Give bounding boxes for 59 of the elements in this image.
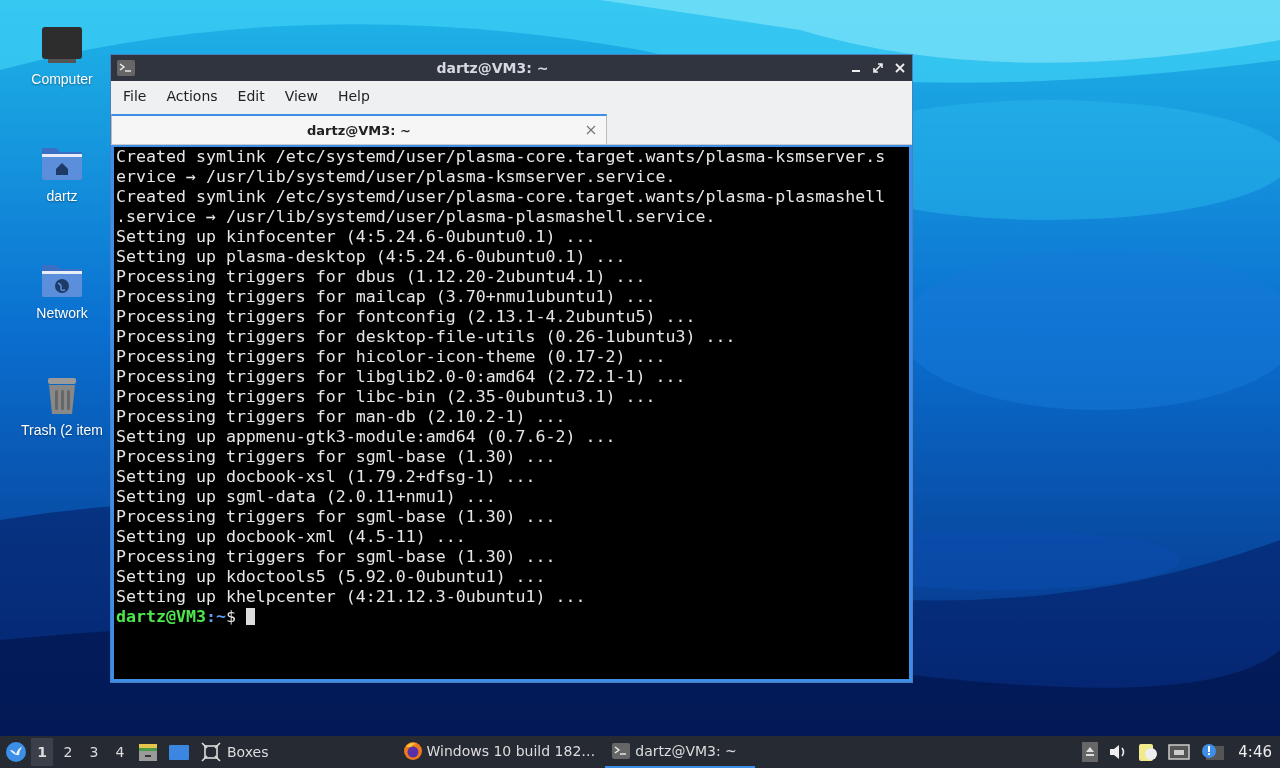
output-line: Created symlink /etc/systemd/user/plasma-core.target.wants/plasma-plasmashell xyxy=(116,187,887,207)
workspace-button[interactable]: 1 xyxy=(31,738,53,766)
launcher-button[interactable]: Boxes xyxy=(197,742,273,762)
box-frame-icon xyxy=(201,742,221,762)
output-line: Setting up kinfocenter (4:5.24.6-0ubuntu0.1) ... xyxy=(116,227,597,247)
file-cabinet-icon[interactable] xyxy=(138,742,158,762)
prompt-user: dartz@VM3 xyxy=(116,607,206,626)
output-line: Processing triggers for man-db (2.10.2-1) ... xyxy=(116,407,567,427)
tab-label: dartz@VM3: ~ xyxy=(307,122,411,138)
output-line: Setting up docbook-xml (4.5-11) ... xyxy=(116,527,467,547)
output-line: Processing triggers for hicolor-icon-theme (0.17-2) ... xyxy=(116,347,667,367)
output-line: Processing triggers for sgml-base (1.30) ... xyxy=(116,507,557,527)
terminal-icon xyxy=(117,60,135,76)
workspace-button[interactable]: 4 xyxy=(109,738,131,766)
output-line: Processing triggers for sgml-base (1.30) ... xyxy=(116,447,557,467)
output-line: ervice → /usr/lib/systemd/user/plasma-ksmserver.service. xyxy=(116,167,677,187)
output-line: Setting up sgml-data (2.0.11+nmu1) ... xyxy=(116,487,497,507)
output-line: Processing triggers for libglib2.0-0:amd64 (2.72.1-1) ... xyxy=(116,367,687,387)
output-line: Processing triggers for desktop-file-utils (0.26-1ubuntu3) ... xyxy=(116,327,737,347)
output-line: Processing triggers for libc-bin (2.35-0ubuntu3.1) ... xyxy=(116,387,657,407)
icon-label[interactable]: Trash (2 item xyxy=(21,422,103,438)
output-line: Setting up appmenu-gtk3-module:amd64 (0.7.6-2) ... xyxy=(116,427,617,447)
output-line: .service → /usr/lib/systemd/user/plasma-plasmashell.service. xyxy=(116,207,717,227)
menu-item[interactable]: Actions xyxy=(156,88,228,104)
tab[interactable]: dartz@VM3: ~ xyxy=(111,114,607,144)
terminal-icon xyxy=(611,741,632,761)
output-line: Processing triggers for dbus (1.12.20-2ubuntu4.1) ... xyxy=(116,267,647,287)
clock[interactable]: 4:46 xyxy=(1238,743,1272,761)
output-line: Setting up khelpcenter (4:21.12.3-0ubuntu1) ... xyxy=(116,587,587,607)
output-line: Setting up kdoctools5 (5.92.0-0ubuntu1) ... xyxy=(116,567,547,587)
output-line: Created symlink /etc/systemd/user/plasma-core.target.wants/plasma-ksmserver.s xyxy=(116,147,887,167)
monitor-icon[interactable] xyxy=(40,25,84,65)
maximize-icon[interactable] xyxy=(872,62,884,74)
icon-label[interactable]: Network xyxy=(36,305,88,321)
notification-icon[interactable] xyxy=(1200,742,1225,762)
menu-item[interactable]: Edit xyxy=(227,88,275,104)
output-line: Processing triggers for mailcap (3.70+nmu1ubuntu1) ... xyxy=(116,287,657,307)
desktop-icon[interactable] xyxy=(168,743,190,761)
output-line: Processing triggers for fontconfig (2.13.1-4.2ubuntu5) ... xyxy=(116,307,697,327)
task-button[interactable]: Windows 10 build 182… xyxy=(396,736,602,768)
task-button[interactable]: dartz@VM3: ~ xyxy=(605,736,756,768)
network-port-icon[interactable] xyxy=(1168,743,1191,761)
clipboard-icon[interactable] xyxy=(1138,742,1159,762)
output-line: Setting up docbook-xsl (1.79.2+dfsg-1) ... xyxy=(116,467,537,487)
workspace-button[interactable]: 2 xyxy=(57,738,79,766)
eject-icon[interactable] xyxy=(1082,742,1099,762)
start-menu-icon[interactable] xyxy=(5,741,27,763)
menu-item[interactable]: File xyxy=(113,88,157,104)
prompt-path: :~ xyxy=(205,607,226,626)
prompt-symbol: $ xyxy=(225,607,237,626)
workspace-button[interactable]: 3 xyxy=(83,738,105,766)
icon-label[interactable]: dartz xyxy=(46,188,78,204)
window-title: dartz@VM3: ~ xyxy=(435,60,550,76)
menu-item[interactable]: View xyxy=(274,88,328,104)
menu-item[interactable]: Help xyxy=(327,88,380,104)
globe-icon xyxy=(402,741,423,761)
text-cursor xyxy=(245,608,255,625)
output-line: Processing triggers for sgml-base (1.30) ... xyxy=(116,547,557,567)
output-line: Setting up plasma-desktop (4:5.24.6-0ubuntu0.1) ... xyxy=(116,247,627,267)
